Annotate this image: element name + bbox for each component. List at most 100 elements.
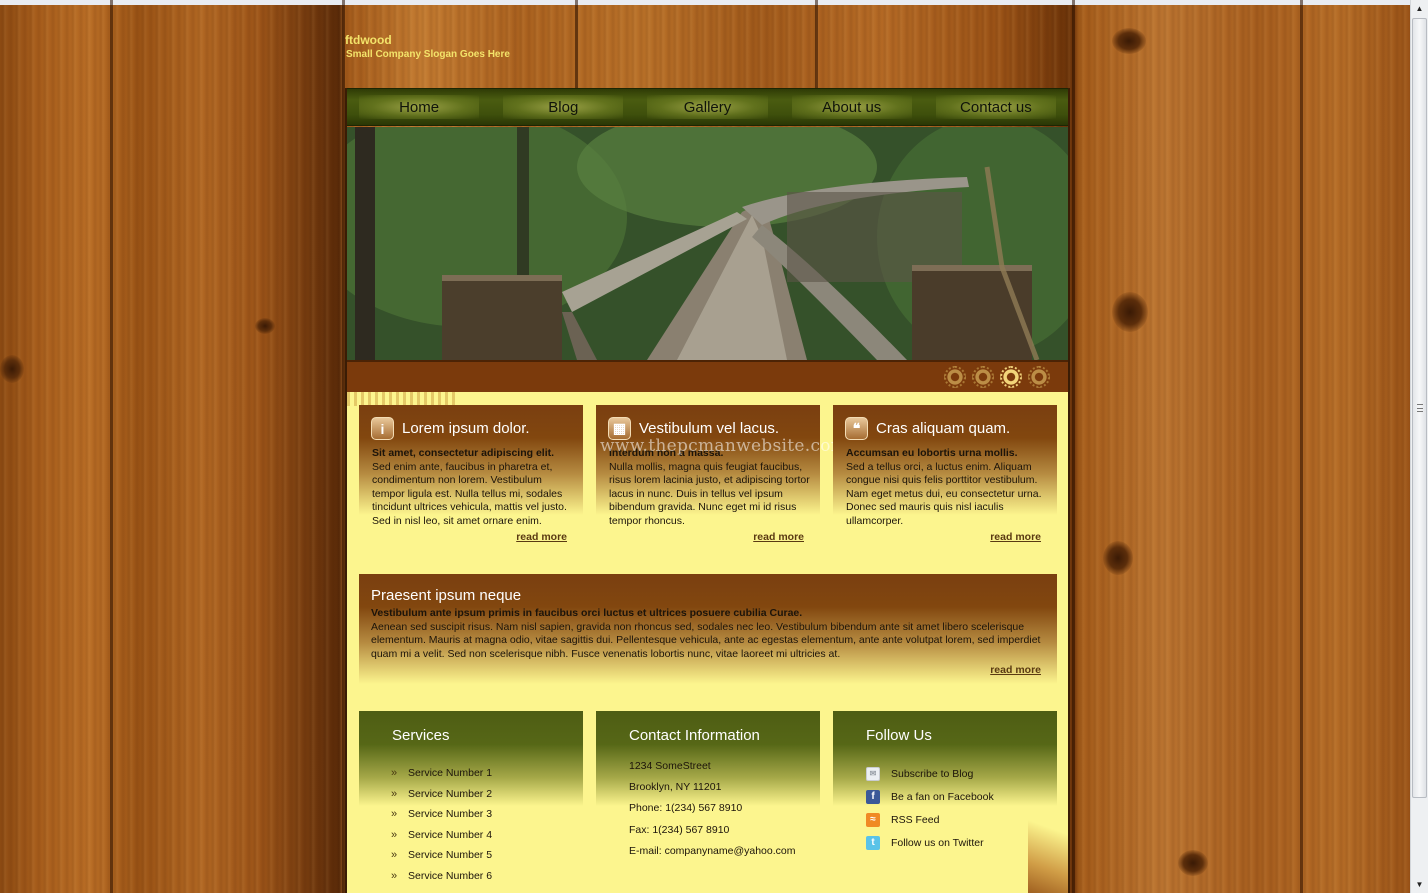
- contact-title: Contact Information: [629, 727, 760, 744]
- follow-rss[interactable]: ≈ RSS Feed: [866, 808, 994, 831]
- contact-phone: Phone: 1(234) 567 8910: [629, 802, 743, 815]
- double-chevron-icon: »: [391, 828, 398, 841]
- nav-about-us[interactable]: About us: [780, 89, 924, 125]
- wood-plank-seam: [1300, 0, 1303, 893]
- follow-facebook[interactable]: f Be a fan on Facebook: [866, 785, 994, 808]
- nav-gallery[interactable]: Gallery: [635, 89, 779, 125]
- nav-contact-us[interactable]: Contact us: [924, 89, 1068, 125]
- read-more-link[interactable]: read more: [516, 531, 567, 543]
- bridge-photo: [347, 127, 1068, 360]
- wide-box-body: Vestibulum ante ipsum primis in faucibus…: [371, 607, 1047, 661]
- slide-dot-3-active[interactable]: [1000, 366, 1022, 388]
- vertical-scrollbar[interactable]: ▲ ▼: [1410, 0, 1428, 893]
- feature-body: Interdum non a massa. Nulla mollis, magn…: [609, 447, 814, 529]
- main-content: i Lorem ipsum dolor. Sit amet, consectet…: [347, 392, 1068, 893]
- nav-label: Gallery: [683, 98, 732, 116]
- double-chevron-icon: »: [391, 808, 398, 821]
- nav-label: About us: [822, 98, 882, 116]
- feature-box: i Lorem ipsum dolor. Sit amet, consectet…: [359, 405, 583, 555]
- feature-body: Accumsan eu lobortis urna mollis. Sed a …: [846, 447, 1051, 529]
- contact-city: Brooklyn, NY 11201: [629, 781, 722, 794]
- document-icon: ▦: [608, 417, 631, 440]
- double-chevron-icon: »: [391, 869, 398, 882]
- rss-icon: ≈: [866, 812, 880, 827]
- nav-home[interactable]: Home: [347, 89, 491, 125]
- service-item: » Service Number 3: [391, 804, 492, 825]
- service-item: » Service Number 6: [391, 866, 492, 887]
- feature-lead: Sit amet, consectetur adipiscing elit.: [372, 447, 555, 459]
- feature-box: ▦ Vestibulum vel lacus. Interdum non a m…: [596, 405, 847, 555]
- service-link[interactable]: Service Number 1: [408, 767, 492, 779]
- feature-text: Sed enim ante, faucibus in pharetra et, …: [372, 460, 567, 527]
- wood-knot: [1112, 28, 1146, 54]
- read-more-link[interactable]: read more: [990, 531, 1041, 543]
- feature-lead: Accumsan eu lobortis urna mollis.: [846, 447, 1018, 459]
- follow-label: RSS Feed: [891, 813, 940, 826]
- chat-bubbles-icon: ❝: [845, 417, 868, 440]
- service-item: » Service Number 4: [391, 825, 492, 846]
- feature-body: Sit amet, consectetur adipiscing elit. S…: [372, 447, 577, 529]
- service-link[interactable]: Service Number 2: [408, 788, 492, 800]
- service-item: » Service Number 1: [391, 763, 492, 784]
- double-chevron-icon: »: [391, 787, 398, 800]
- wood-plank-seam: [815, 0, 818, 88]
- slide-dot-2[interactable]: [972, 366, 994, 388]
- contact-box: Contact Information 1234 SomeStreet Broo…: [596, 711, 820, 893]
- wood-knot: [0, 355, 24, 383]
- feature-box: ❝ Cras aliquam quam. Accumsan eu loborti…: [833, 405, 1057, 555]
- info-icon: i: [371, 417, 394, 440]
- mail-icon: ✉: [866, 766, 880, 781]
- slider-pagination: [944, 366, 1050, 388]
- facebook-icon: f: [866, 789, 880, 804]
- wide-box-lead: Vestibulum ante ipsum primis in faucibus…: [371, 607, 803, 619]
- contact-address: 1234 SomeStreet: [629, 760, 711, 772]
- grunge-decoration: [347, 392, 457, 406]
- nav-blog[interactable]: Blog: [491, 89, 635, 125]
- service-link[interactable]: Service Number 3: [408, 808, 492, 820]
- contact-lines: 1234 SomeStreet Brooklyn, NY 11201 Phone…: [629, 760, 795, 866]
- nav-label: Contact us: [960, 98, 1032, 116]
- wood-knot: [255, 318, 275, 334]
- service-item: » Service Number 2: [391, 784, 492, 805]
- feature-title: Cras aliquam quam.: [876, 420, 1011, 437]
- follow-label: Be a fan on Facebook: [891, 790, 994, 803]
- service-link[interactable]: Service Number 6: [408, 870, 492, 882]
- wood-knot: [1112, 292, 1148, 332]
- follow-title: Follow Us: [866, 727, 932, 744]
- service-link[interactable]: Service Number 4: [408, 829, 492, 841]
- browser-top-edge: [0, 0, 1428, 5]
- feature-text: Sed a tellus orci, a luctus enim. Aliqua…: [846, 460, 1042, 527]
- scrollbar-thumb[interactable]: [1412, 18, 1427, 798]
- wood-knot: [1103, 541, 1133, 575]
- page-container: Home Blog Gallery About us Contact us i …: [345, 88, 1070, 893]
- services-title: Services: [392, 727, 450, 744]
- site-slogan: Small Company Slogan Goes Here: [346, 49, 510, 60]
- follow-twitter[interactable]: t Follow us on Twitter: [866, 831, 994, 854]
- services-box: Services » Service Number 1 » Service Numb…: [359, 711, 583, 893]
- service-link[interactable]: Service Number 5: [408, 849, 492, 861]
- double-chevron-icon: »: [391, 767, 398, 780]
- grip-icon: [1417, 404, 1423, 412]
- wide-feature-box: Praesent ipsum neque Vestibulum ante ips…: [359, 574, 1057, 684]
- feature-title: Lorem ipsum dolor.: [402, 420, 530, 437]
- slide-dot-1[interactable]: [944, 366, 966, 388]
- feature-lead: Interdum non a massa.: [609, 447, 724, 459]
- scroll-down-arrow-icon[interactable]: ▼: [1411, 876, 1428, 893]
- site-logo[interactable]: ftdwood: [345, 33, 392, 47]
- twitter-icon: t: [866, 835, 880, 850]
- read-more-link[interactable]: read more: [753, 531, 804, 543]
- hero-banner-image: [347, 127, 1068, 360]
- wide-box-text: Aenean sed suscipit risus. Nam nisl sapi…: [371, 620, 1041, 660]
- contact-email[interactable]: E-mail: companyname@yahoo.com: [629, 845, 795, 866]
- feature-title: Vestibulum vel lacus.: [639, 420, 780, 437]
- read-more-link[interactable]: read more: [990, 664, 1041, 676]
- double-chevron-icon: »: [391, 849, 398, 862]
- follow-subscribe-blog[interactable]: ✉ Subscribe to Blog: [866, 762, 994, 785]
- slider-bar: [347, 360, 1068, 392]
- slide-dot-4[interactable]: [1028, 366, 1050, 388]
- scroll-up-arrow-icon[interactable]: ▲: [1411, 0, 1428, 17]
- wide-box-title: Praesent ipsum neque: [371, 587, 522, 604]
- main-nav: Home Blog Gallery About us Contact us: [347, 88, 1068, 126]
- follow-label: Subscribe to Blog: [891, 767, 974, 780]
- feature-text: Nulla mollis, magna quis feugiat faucibu…: [609, 460, 810, 527]
